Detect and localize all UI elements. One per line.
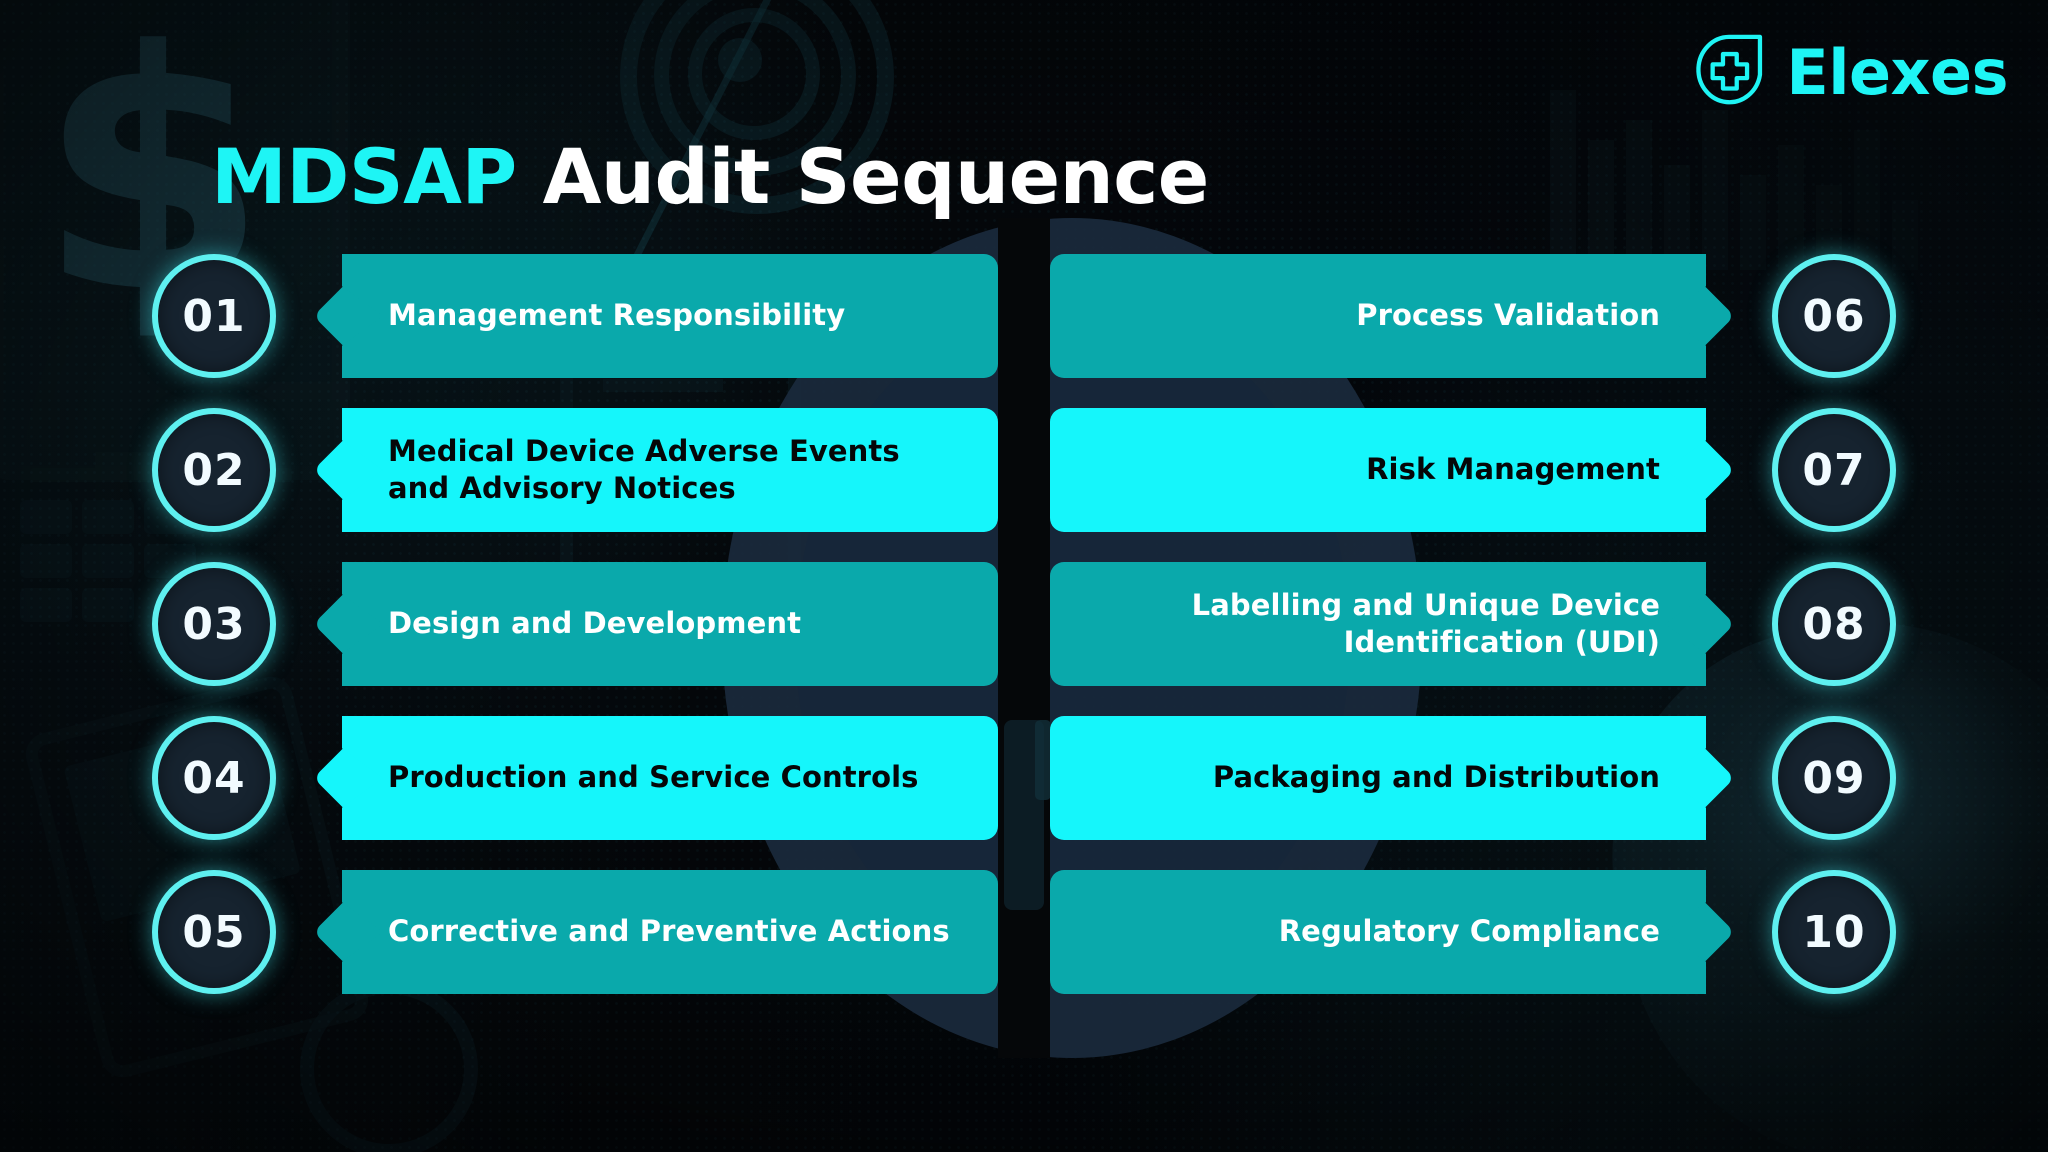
step-label-01: Management Responsibility [388,298,846,333]
sequence-row-5: 05 Corrective and Preventive Actions 10 … [0,870,2048,994]
step-bar-10[interactable]: Regulatory Compliance [1050,870,1706,994]
step-number-badge-08[interactable]: 08 [1772,562,1896,686]
step-number-badge-05[interactable]: 05 [152,870,276,994]
step-number-badge-03[interactable]: 03 [152,562,276,686]
brand-logo[interactable]: Elexes [1686,30,2008,116]
sequence-row-1: 01 Management Responsibility 06 Process … [0,254,2048,378]
step-bar-05[interactable]: Corrective and Preventive Actions [342,870,998,994]
step-number-badge-10[interactable]: 10 [1772,870,1896,994]
step-label-07: Risk Management [1366,452,1660,487]
step-bar-04[interactable]: Production and Service Controls [342,716,998,840]
page-title: MDSAP Audit Sequence [0,132,1420,221]
step-number-badge-04[interactable]: 04 [152,716,276,840]
step-number-10: 10 [1802,906,1866,958]
step-label-06: Process Validation [1356,298,1660,333]
step-label-09: Packaging and Distribution [1212,760,1660,795]
infographic-canvas: $ MDSAP Audit Sequence [0,0,2048,1152]
step-label-03: Design and Development [388,606,802,641]
step-label-08: Labelling and Unique Device Identificati… [1191,587,1660,659]
sequence-row-2: 02 Medical Device Adverse Events and Adv… [0,408,2048,532]
step-number-08: 08 [1802,598,1866,650]
step-number-badge-02[interactable]: 02 [152,408,276,532]
step-number-06: 06 [1802,290,1866,342]
step-bar-09[interactable]: Packaging and Distribution [1050,716,1706,840]
step-bar-01[interactable]: Management Responsibility [342,254,998,378]
step-number-07: 07 [1802,444,1866,496]
step-bar-02[interactable]: Medical Device Adverse Events and Adviso… [342,408,998,532]
step-number-04: 04 [182,752,246,804]
page-title-accent: MDSAP [211,132,517,221]
step-number-badge-06[interactable]: 06 [1772,254,1896,378]
step-label-04: Production and Service Controls [388,760,919,795]
page-title-rest: Audit Sequence [516,132,1210,221]
step-number-badge-01[interactable]: 01 [152,254,276,378]
step-bar-07[interactable]: Risk Management [1050,408,1706,532]
step-number-05: 05 [182,906,246,958]
step-label-02: Medical Device Adverse Events and Adviso… [388,433,900,505]
step-label-10: Regulatory Compliance [1278,914,1660,949]
sequence-row-3: 03 Design and Development 08 Labelling a… [0,562,2048,686]
step-number-03: 03 [182,598,246,650]
step-number-badge-07[interactable]: 07 [1772,408,1896,532]
step-bar-03[interactable]: Design and Development [342,562,998,686]
step-label-05: Corrective and Preventive Actions [388,914,950,949]
shield-medical-cross-icon [1686,30,1772,116]
sequence-row-4: 04 Production and Service Controls 09 Pa… [0,716,2048,840]
step-number-badge-09[interactable]: 09 [1772,716,1896,840]
step-bar-08[interactable]: Labelling and Unique Device Identificati… [1050,562,1706,686]
brand-name: Elexes [1786,36,2008,109]
step-number-01: 01 [182,290,246,342]
step-number-02: 02 [182,444,246,496]
step-number-09: 09 [1802,752,1866,804]
step-bar-06[interactable]: Process Validation [1050,254,1706,378]
